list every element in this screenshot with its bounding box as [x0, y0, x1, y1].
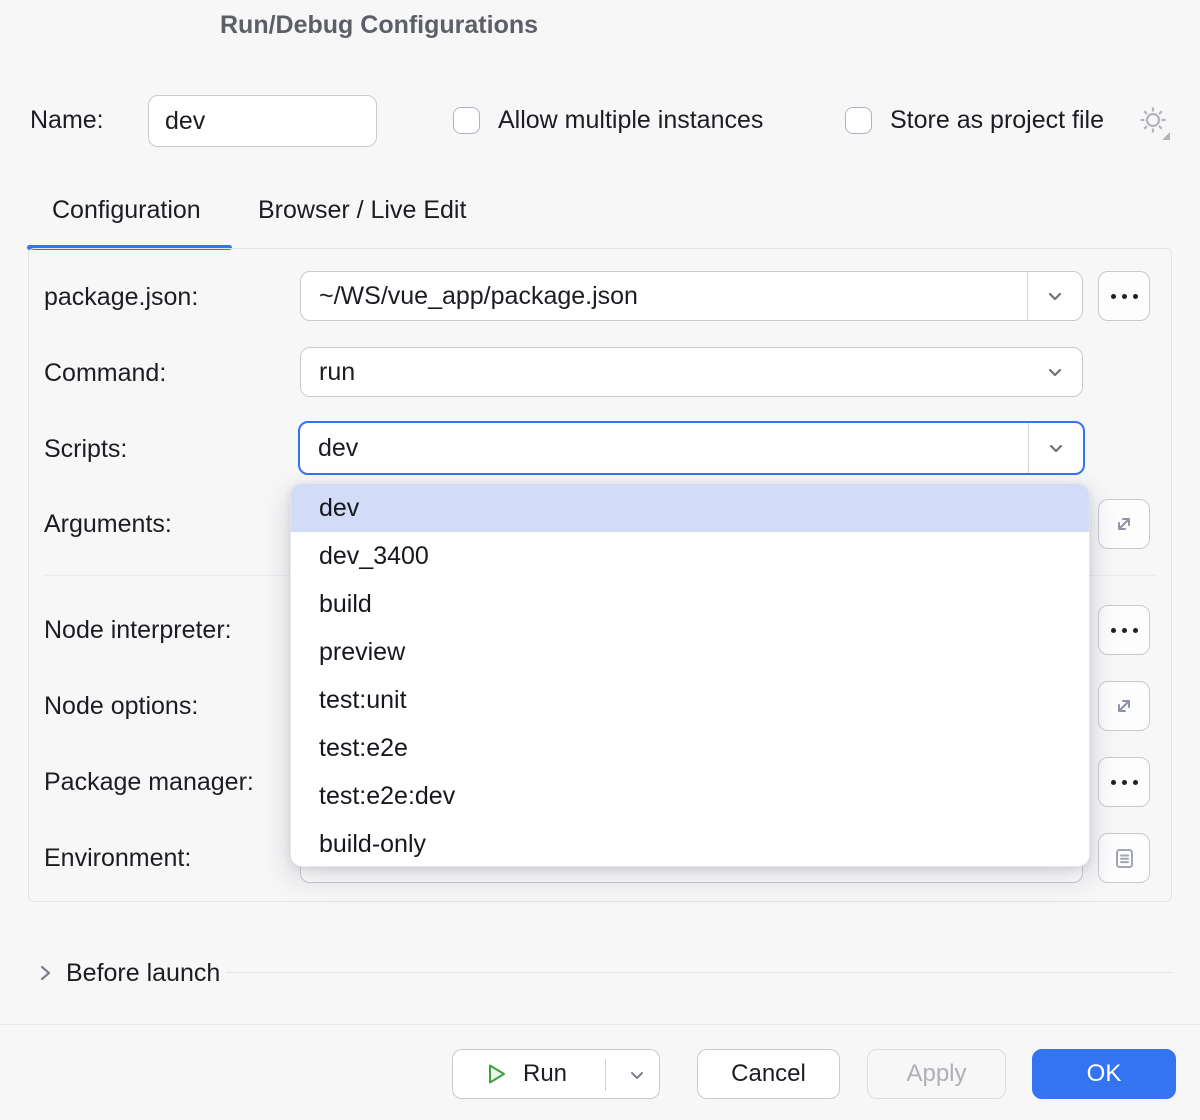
package-manager-label: Package manager:: [44, 768, 254, 797]
command-dropdown-button[interactable]: [1028, 348, 1082, 396]
scripts-combobox[interactable]: dev: [298, 421, 1085, 475]
arguments-expand-button[interactable]: [1098, 499, 1150, 549]
name-input[interactable]: [148, 95, 377, 147]
chevron-down-icon: [1043, 435, 1069, 461]
package-json-dropdown-button[interactable]: [1028, 272, 1082, 320]
cancel-button-label: Cancel: [731, 1060, 806, 1088]
package-json-label: package.json:: [44, 283, 198, 312]
ok-button-label: OK: [1087, 1060, 1122, 1088]
command-select[interactable]: run: [300, 347, 1083, 397]
environment-label: Environment:: [44, 844, 191, 873]
ellipsis-icon: [1111, 294, 1138, 299]
dropdown-item-build-only[interactable]: build-only: [291, 820, 1089, 867]
node-interpreter-browse-button[interactable]: [1098, 605, 1150, 655]
before-launch-divider: [226, 972, 1172, 973]
store-as-project-file-label: Store as project file: [890, 106, 1104, 135]
allow-multiple-instances-label: Allow multiple instances: [498, 106, 763, 135]
command-label: Command:: [44, 359, 166, 388]
dropdown-item-preview[interactable]: preview: [291, 628, 1089, 676]
env-list-icon: [1111, 845, 1138, 872]
scripts-label: Scripts:: [44, 435, 127, 464]
package-manager-browse-button[interactable]: [1098, 757, 1150, 807]
chevron-down-icon: [1042, 283, 1068, 309]
dropdown-item-test-unit[interactable]: test:unit: [291, 676, 1089, 724]
expand-icon: [1111, 693, 1137, 719]
allow-multiple-instances-checkbox[interactable]: [453, 107, 480, 134]
ellipsis-icon: [1111, 780, 1138, 785]
before-launch-label: Before launch: [66, 959, 220, 988]
footer-divider: [0, 1024, 1200, 1025]
chevron-down-icon: [625, 1063, 649, 1087]
environment-variables-button[interactable]: [1098, 833, 1150, 883]
tab-browser-live-edit[interactable]: Browser / Live Edit: [258, 196, 466, 225]
dialog-title: Run/Debug Configurations: [220, 11, 538, 40]
package-json-combobox[interactable]: ~/WS/vue_app/package.json: [300, 271, 1083, 321]
gear-icon[interactable]: [1137, 103, 1173, 143]
run-button[interactable]: Run: [452, 1049, 660, 1099]
run-options-chevron[interactable]: [613, 1050, 661, 1100]
ok-button[interactable]: OK: [1032, 1049, 1176, 1099]
cancel-button[interactable]: Cancel: [697, 1049, 840, 1099]
scripts-dropdown-button[interactable]: [1029, 423, 1083, 473]
scripts-dropdown-popup: dev dev_3400 build preview test:unit tes…: [290, 483, 1090, 867]
apply-button-label: Apply: [906, 1060, 966, 1088]
run-button-label: Run: [523, 1060, 567, 1088]
dropdown-item-dev-3400[interactable]: dev_3400: [291, 532, 1089, 580]
chevron-down-icon: [1042, 359, 1068, 385]
dropdown-item-dev[interactable]: dev: [291, 484, 1089, 532]
node-options-label: Node options:: [44, 692, 198, 721]
command-value: run: [301, 358, 1028, 387]
dropdown-item-test-e2e-dev[interactable]: test:e2e:dev: [291, 772, 1089, 820]
package-json-browse-button[interactable]: [1098, 271, 1150, 321]
ellipsis-icon: [1111, 628, 1138, 633]
chevron-right-icon: [34, 962, 56, 984]
package-json-value: ~/WS/vue_app/package.json: [301, 282, 1027, 311]
node-options-expand-button[interactable]: [1098, 681, 1150, 731]
tab-configuration[interactable]: Configuration: [52, 196, 201, 225]
expand-icon: [1111, 511, 1137, 537]
store-as-project-file-checkbox[interactable]: [845, 107, 872, 134]
before-launch-toggle[interactable]: [34, 962, 56, 984]
play-icon: [483, 1061, 509, 1087]
scripts-value: dev: [300, 434, 1028, 463]
node-interpreter-label: Node interpreter:: [44, 616, 232, 645]
apply-button[interactable]: Apply: [867, 1049, 1006, 1099]
dropdown-item-test-e2e[interactable]: test:e2e: [291, 724, 1089, 772]
dropdown-item-build[interactable]: build: [291, 580, 1089, 628]
name-label: Name:: [30, 106, 104, 135]
arguments-label: Arguments:: [44, 510, 172, 539]
